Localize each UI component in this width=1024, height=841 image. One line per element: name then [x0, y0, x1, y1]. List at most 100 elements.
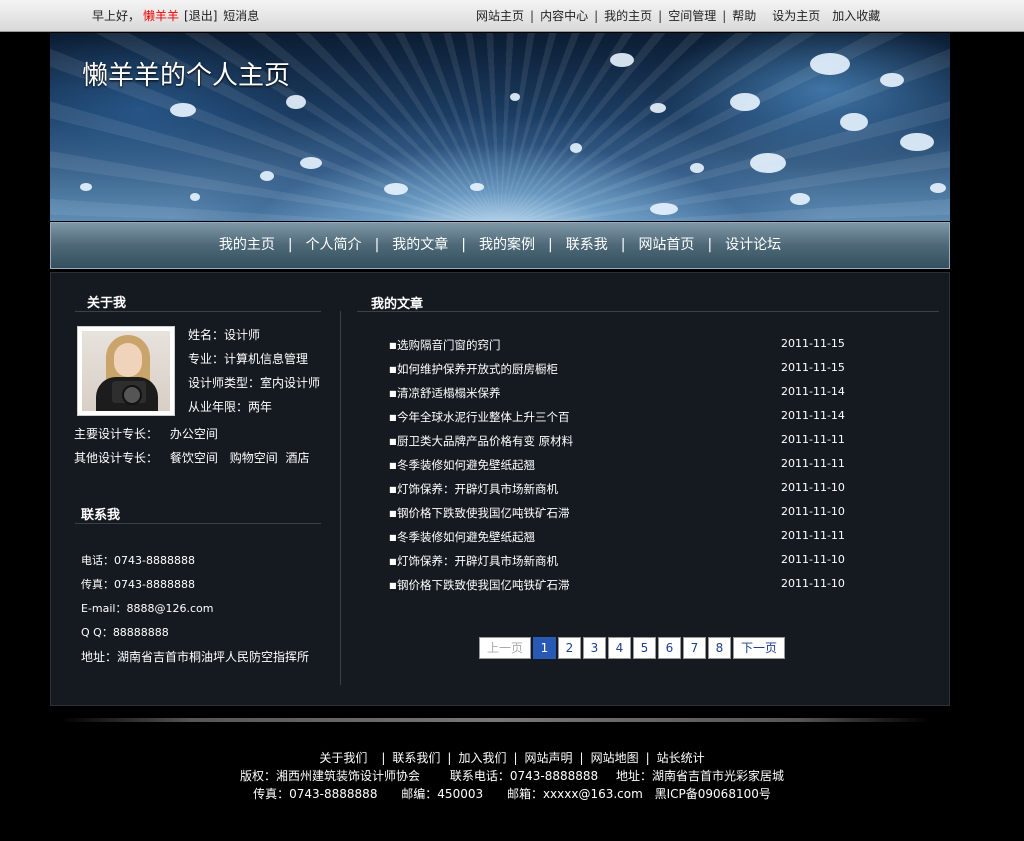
article-title-link[interactable]: 清凉舒适榻榻米保养 — [397, 385, 501, 401]
article-date: 2011-11-11 — [781, 529, 845, 542]
footer-link-about[interactable]: 关于我们 — [319, 751, 367, 765]
article-title-link[interactable]: 选购隔音门窗的窍门 — [397, 337, 501, 353]
about-type: 设计师类型：室内设计师 — [188, 376, 321, 390]
contact-divider — [75, 523, 321, 524]
article-row: ■ 清凉舒适榻榻米保养 2011-11-14 — [389, 385, 859, 409]
contact-qq: Q Q：88888888 — [81, 626, 169, 639]
footer-icp[interactable]: 黑ICP备09068100号 — [655, 787, 771, 801]
nav-item-my-home[interactable]: 我的主页 — [219, 237, 275, 253]
page-4-button[interactable]: 4 — [608, 637, 631, 659]
header-banner: 懒羊羊的个人主页 — [50, 33, 950, 221]
article-title-link[interactable]: 冬季装修如何避免壁纸起翘 — [397, 529, 535, 545]
footer-address: 地址：湖南省吉首市光彩家居城 — [615, 769, 784, 783]
page-8-button[interactable]: 8 — [708, 637, 731, 659]
article-title-link[interactable]: 灯饰保养：开辟灯具市场新商机 — [397, 481, 558, 497]
article-date: 2011-11-15 — [781, 361, 845, 374]
footer-links: 关于我们 | 联系我们 | 加入我们 | 网站声明 | 网站地图 | 站长统计 — [319, 751, 705, 765]
other-specialty-3: 酒店 — [285, 451, 310, 465]
article-row: ■ 冬季装修如何避免壁纸起翘 2011-11-11 — [389, 529, 859, 553]
set-home-link[interactable]: 设为主页 — [772, 9, 820, 23]
about-name: 姓名：设计师 — [188, 328, 261, 342]
nav-item-articles[interactable]: 我的文章 — [392, 237, 448, 253]
footer-email: 邮箱：xxxxx@163.com — [506, 787, 643, 801]
article-row: ■ 灯饰保养：开辟灯具市场新商机 2011-11-10 — [389, 481, 859, 505]
page-7-button[interactable]: 7 — [683, 637, 706, 659]
add-favorite-link[interactable]: 加入收藏 — [832, 9, 880, 23]
top-link-content-center[interactable]: 内容中心 — [540, 9, 588, 23]
footer-link-join[interactable]: 加入我们 — [458, 751, 506, 765]
bullet-icon: ■ — [389, 461, 397, 470]
top-link-my-home[interactable]: 我的主页 — [604, 9, 652, 23]
top-link-site-home[interactable]: 网站主页 — [476, 9, 524, 23]
bullet-icon: ■ — [389, 389, 397, 398]
other-specialty-label: 其他设计专长： — [74, 451, 159, 465]
footer-link-sitemap[interactable]: 网站地图 — [591, 751, 639, 765]
page-6-button[interactable]: 6 — [658, 637, 681, 659]
bullet-icon: ■ — [389, 581, 397, 590]
main-content: 关于我 姓名：设计师 专业：计算机信息管理 设计师类型：室内设计师 从业年限：两… — [50, 272, 950, 706]
article-date: 2011-11-11 — [781, 457, 845, 470]
footer-postcode: 邮编：450003 — [401, 787, 484, 801]
page-3-button[interactable]: 3 — [583, 637, 606, 659]
page-1-button[interactable]: 1 — [533, 637, 556, 659]
footer-link-statement[interactable]: 网站声明 — [525, 751, 573, 765]
article-title-link[interactable]: 钢价格下跌致使我国亿吨铁矿石滞 — [397, 577, 570, 593]
article-row: ■ 选购隔音门窗的窍门 2011-11-15 — [389, 337, 859, 361]
article-row: ■ 厨卫类大品牌产品价格有变 原材料 2011-11-11 — [389, 433, 859, 457]
nav-item-forum[interactable]: 设计论坛 — [725, 237, 781, 253]
bullet-icon: ■ — [389, 365, 397, 374]
messages-link[interactable]: 短消息 — [223, 9, 259, 23]
article-row: ■ 钢价格下跌致使我国亿吨铁矿石滞 2011-11-10 — [389, 577, 859, 601]
article-date: 2011-11-15 — [781, 337, 845, 350]
user-greeting-area: 早上好， 懒羊羊 [退出] 短消息 — [92, 7, 259, 24]
article-title-link[interactable]: 钢价格下跌致使我国亿吨铁矿石滞 — [397, 505, 570, 521]
other-specialty: 其他设计专长： 餐饮空间 购物空间 酒店 — [74, 449, 310, 466]
logout-link[interactable]: [退出] — [184, 9, 217, 23]
bullet-icon: ■ — [389, 557, 397, 566]
contact-phone: 电话：0743-8888888 — [81, 554, 195, 567]
page-5-button[interactable]: 5 — [633, 637, 656, 659]
nav-item-site-home[interactable]: 网站首页 — [638, 237, 694, 253]
about-years: 从业年限：两年 — [188, 400, 273, 414]
article-row: ■ 冬季装修如何避免壁纸起翘 2011-11-11 — [389, 457, 859, 481]
username-link[interactable]: 懒羊羊 — [143, 9, 179, 23]
main-specialty-label: 主要设计专长： — [74, 427, 159, 441]
column-divider — [340, 311, 341, 685]
contact-fax: 传真：0743-8888888 — [81, 578, 195, 591]
footer-info-line: 传真：0743-8888888 邮编：450003 邮箱：xxxxx@163.c… — [0, 785, 1024, 802]
footer-link-stats[interactable]: 站长统计 — [657, 751, 705, 765]
article-date: 2011-11-14 — [781, 385, 845, 398]
nav-item-cases[interactable]: 我的案例 — [479, 237, 535, 253]
site-title: 懒羊羊的个人主页 — [82, 61, 291, 91]
main-specialty: 主要设计专长： 办公空间 — [74, 425, 218, 442]
about-major: 专业：计算机信息管理 — [188, 352, 309, 366]
footer-fax: 传真：0743-8888888 — [253, 787, 378, 801]
contact-address: 地址：湖南省吉首市桐油坪人民防空指挥所 — [81, 650, 310, 664]
article-title-link[interactable]: 厨卫类大品牌产品价格有变 原材料 — [397, 433, 573, 449]
footer-link-contact[interactable]: 联系我们 — [392, 751, 440, 765]
about-divider — [75, 311, 321, 312]
other-specialty-1: 餐饮空间 — [169, 451, 218, 465]
top-link-help[interactable]: 帮助 — [732, 9, 756, 23]
nav-item-profile[interactable]: 个人简介 — [306, 237, 362, 253]
next-page-button[interactable]: 下一页 — [733, 637, 785, 659]
nav-item-contact[interactable]: 联系我 — [566, 237, 608, 253]
main-nav: 我的主页 | 个人简介 | 我的文章 | 我的案例 | 联系我 | 网站首页 | 设计论坛 — [50, 222, 950, 269]
article-title-link[interactable]: 冬季装修如何避免壁纸起翘 — [397, 457, 535, 473]
article-title-link[interactable]: 如何维护保养开放式的厨房橱柜 — [397, 361, 558, 377]
article-title-link[interactable]: 今年全球水泥行业整体上升三个百 — [397, 409, 570, 425]
article-date: 2011-11-14 — [781, 409, 845, 422]
footer-copyright: 版权：湘西州建筑装饰设计师协会 — [239, 769, 420, 783]
page-2-button[interactable]: 2 — [558, 637, 581, 659]
article-row: ■ 如何维护保养开放式的厨房橱柜 2011-11-15 — [389, 361, 859, 385]
top-bar: 早上好， 懒羊羊 [退出] 短消息 网站主页 | 内容中心 | 我的主页 | 空间管理 | 帮助 设为… — [0, 0, 1024, 32]
articles-divider — [357, 311, 939, 312]
prev-page-button[interactable]: 上一页 — [479, 637, 531, 659]
greeting-text: 早上好， — [92, 9, 141, 23]
bullet-icon: ■ — [389, 341, 397, 350]
article-title-link[interactable]: 灯饰保养：开辟灯具市场新商机 — [397, 553, 558, 569]
contact-email: E-mail：8888@126.com — [81, 602, 214, 615]
top-link-space-admin[interactable]: 空间管理 — [668, 9, 716, 23]
about-title: 关于我 — [87, 296, 127, 311]
article-date: 2011-11-10 — [781, 553, 845, 566]
